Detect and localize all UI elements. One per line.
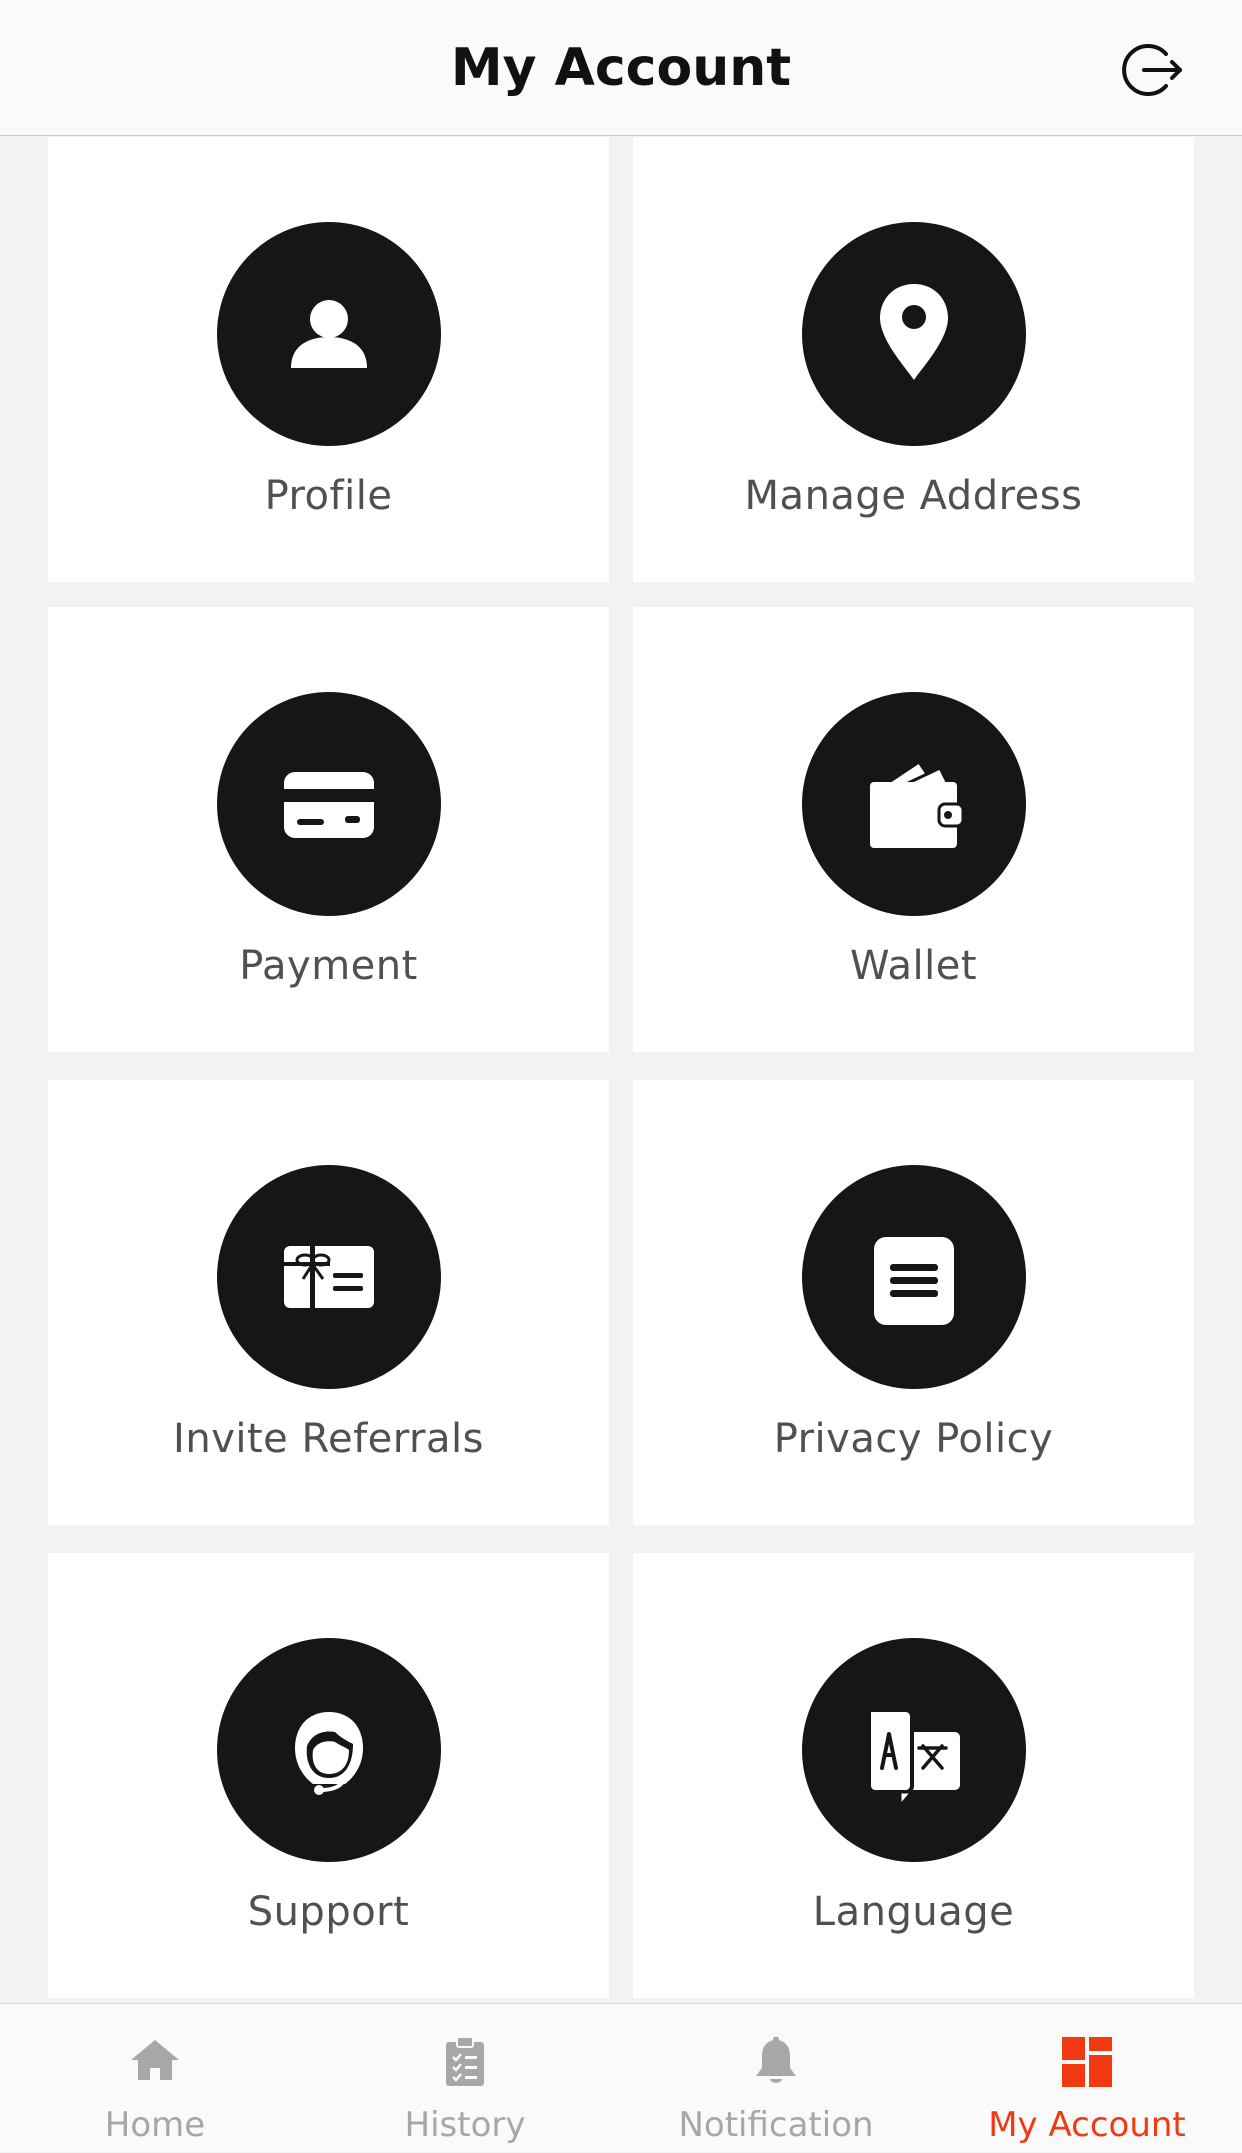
tile-label: Payment (239, 943, 418, 989)
location-pin-icon (880, 284, 948, 380)
tab-label: History (404, 2105, 526, 2145)
wallet-icon-circle (802, 692, 1026, 916)
wallet-icon (870, 759, 965, 848)
gift-card-icon (284, 1246, 374, 1308)
credit-card-icon (284, 772, 374, 838)
account-menu-grid: Profile Manage Address Payment Wallet In… (0, 137, 1242, 2003)
clipboard-icon (446, 2036, 484, 2086)
tile-profile[interactable]: Profile (48, 137, 609, 582)
language-icon-circle (802, 1638, 1026, 1862)
tile-label: Wallet (849, 943, 978, 989)
headset-icon (295, 1712, 363, 1795)
tile-manage-address[interactable]: Manage Address (633, 137, 1194, 582)
payment-icon-circle (217, 692, 441, 916)
bottom-tab-bar: Home History Notification My Account (0, 2003, 1242, 2152)
referrals-icon-circle (217, 1165, 441, 1389)
translate-icon (867, 1708, 960, 1811)
tab-label: My Account (988, 2105, 1186, 2145)
logout-button[interactable] (1122, 40, 1186, 100)
logout-icon (1122, 44, 1182, 96)
tile-privacy-policy[interactable]: Privacy Policy (633, 1080, 1194, 1525)
tile-label: Manage Address (744, 473, 1083, 519)
address-icon-circle (802, 222, 1026, 446)
tile-invite-referrals[interactable]: Invite Referrals (48, 1080, 609, 1525)
tile-payment[interactable]: Payment (48, 607, 609, 1052)
tile-label: Profile (264, 473, 393, 519)
bell-icon (756, 2036, 796, 2083)
grid-icon (1062, 2037, 1112, 2087)
page-title: My Account (450, 38, 792, 98)
tile-label: Invite Referrals (173, 1416, 484, 1462)
document-icon (874, 1237, 954, 1325)
tab-history[interactable]: History (310, 2004, 620, 2153)
tile-support[interactable]: Support (48, 1553, 609, 1998)
support-icon-circle (217, 1638, 441, 1862)
tab-label: Notification (678, 2105, 874, 2145)
person-icon (291, 300, 367, 368)
tile-label: Support (247, 1889, 410, 1935)
tile-label: Language (812, 1889, 1015, 1935)
privacy-icon-circle (802, 1165, 1026, 1389)
home-icon (131, 2040, 179, 2080)
tab-home[interactable]: Home (0, 2004, 310, 2153)
tile-label: Privacy Policy (773, 1416, 1054, 1462)
tab-my-account[interactable]: My Account (932, 2004, 1242, 2153)
tile-language[interactable]: Language (633, 1553, 1194, 1998)
tab-label: Home (104, 2105, 206, 2145)
app-header: My Account (0, 0, 1242, 136)
tile-wallet[interactable]: Wallet (633, 607, 1194, 1052)
profile-icon-circle (217, 222, 441, 446)
tab-notification[interactable]: Notification (621, 2004, 931, 2153)
